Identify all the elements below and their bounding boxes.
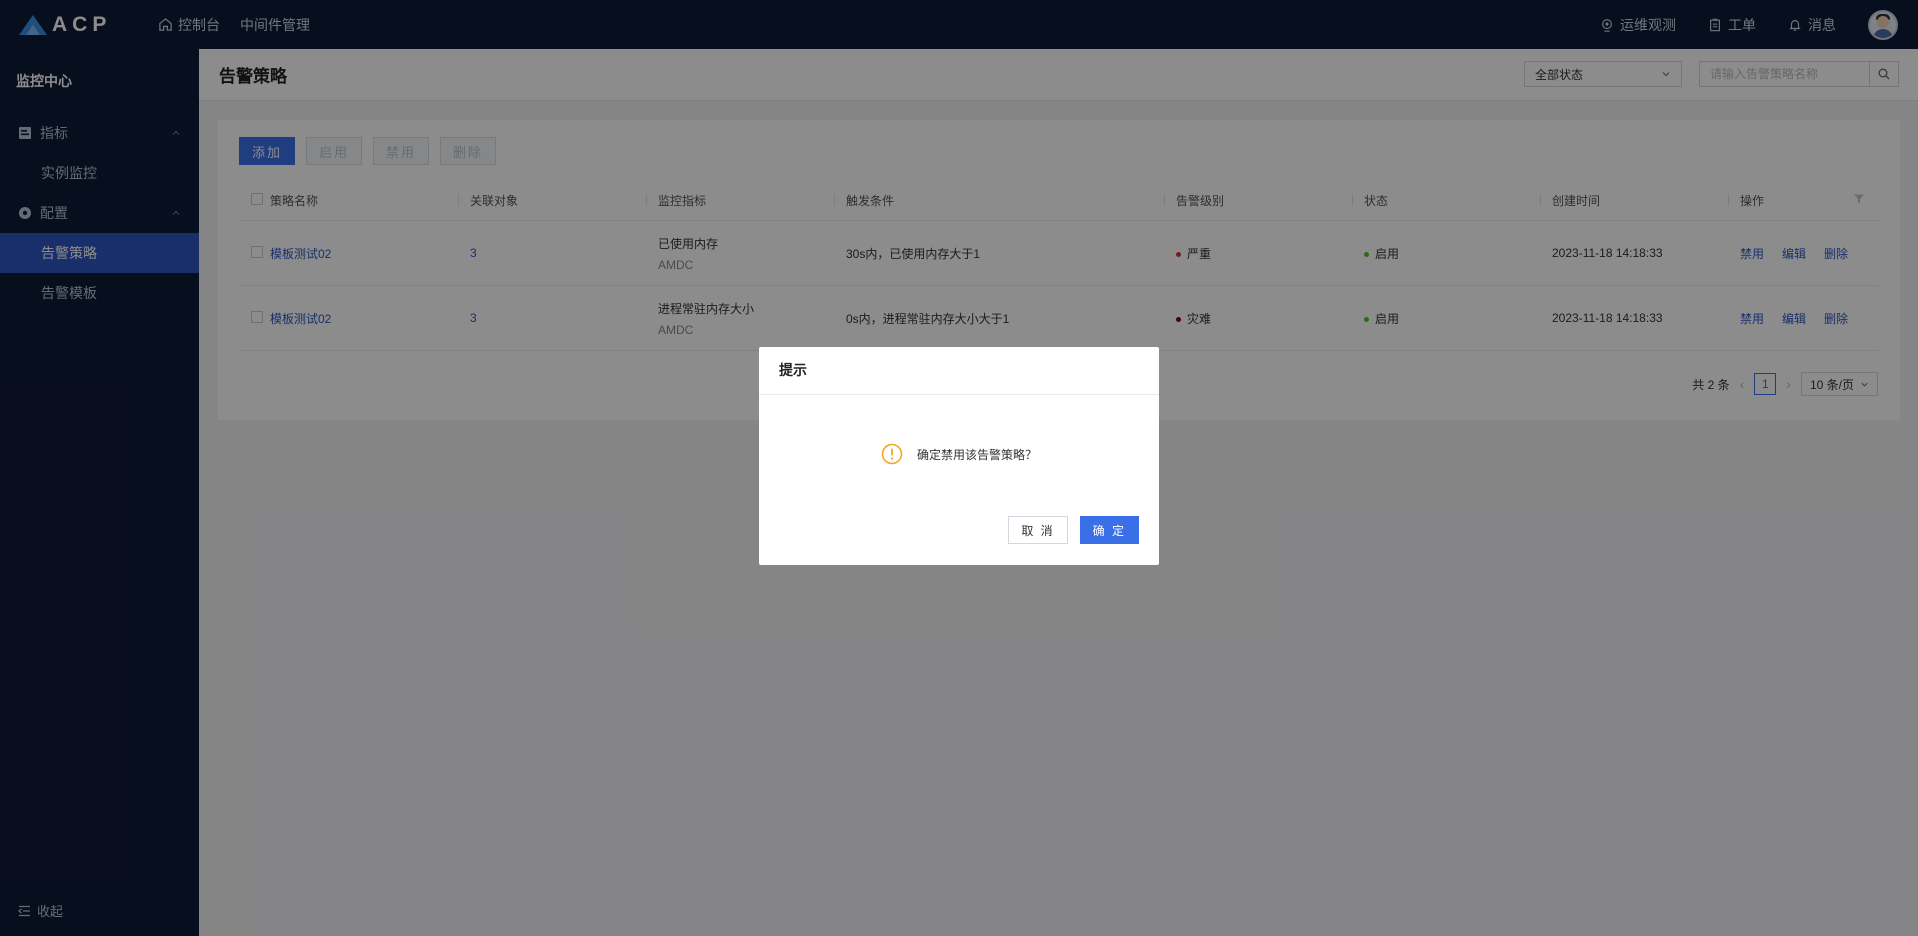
dialog-title: 提示 <box>759 347 1159 395</box>
warning-icon <box>881 443 903 465</box>
confirm-button[interactable]: 确 定 <box>1079 516 1139 544</box>
dialog-message: 确定禁用该告警策略？ <box>916 447 1037 462</box>
dialog-body: 确定禁用该告警策略？ <box>759 443 1159 465</box>
cancel-button[interactable]: 取 消 <box>1008 516 1068 544</box>
confirm-dialog: 提示 确定禁用该告警策略？ 取 消 确 定 <box>759 347 1159 565</box>
dialog-footer: 取 消 确 定 <box>1008 516 1139 544</box>
